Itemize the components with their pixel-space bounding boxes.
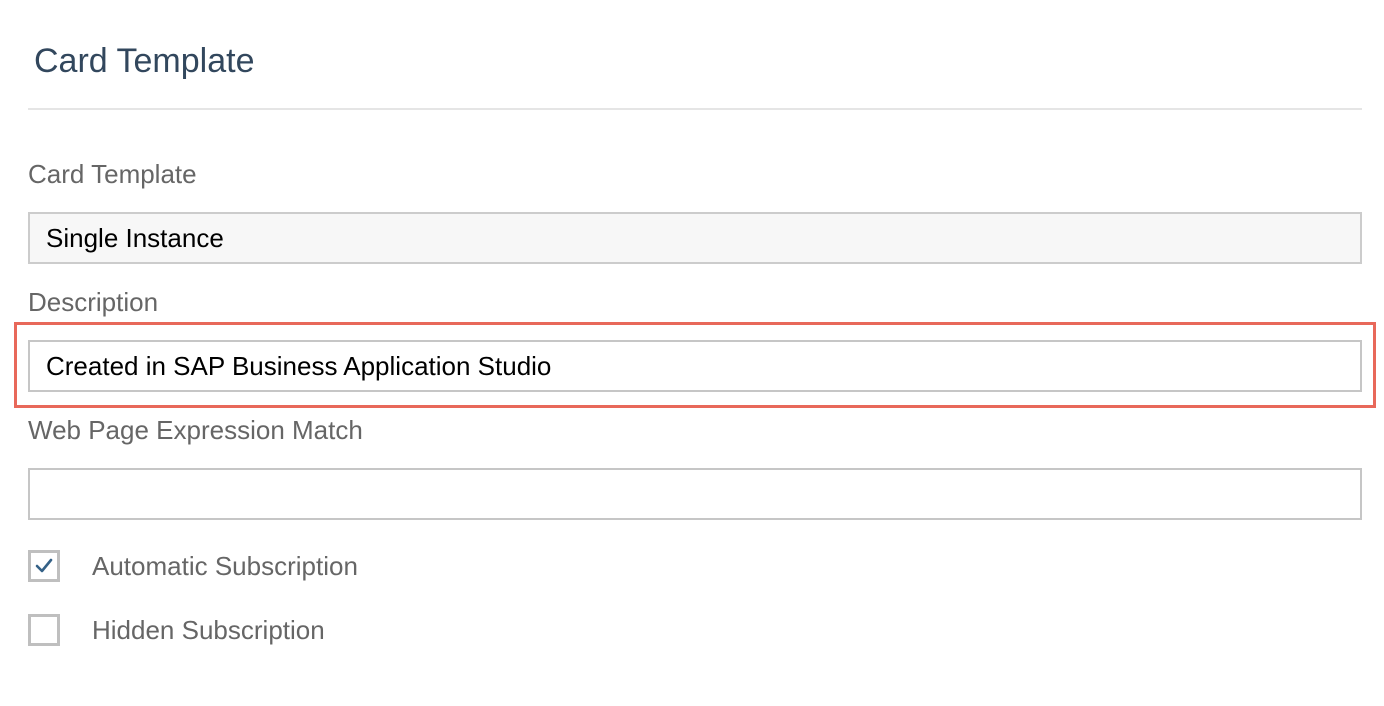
hidden-subscription-label[interactable]: Hidden Subscription: [92, 614, 325, 646]
web-page-expression-match-field[interactable]: [28, 468, 1362, 520]
description-field[interactable]: Created in SAP Business Application Stud…: [28, 340, 1362, 392]
hidden-subscription-checkbox[interactable]: [28, 614, 60, 646]
page-title: Card Template: [34, 42, 255, 80]
web-page-expression-match-label: Web Page Expression Match: [28, 415, 363, 445]
automatic-subscription-label[interactable]: Automatic Subscription: [92, 550, 358, 582]
card-template-field[interactable]: Single Instance: [28, 212, 1362, 264]
check-icon: [35, 558, 53, 573]
card-template-label: Card Template: [28, 159, 197, 189]
description-label: Description: [28, 287, 159, 317]
automatic-subscription-checkbox[interactable]: [28, 550, 60, 582]
